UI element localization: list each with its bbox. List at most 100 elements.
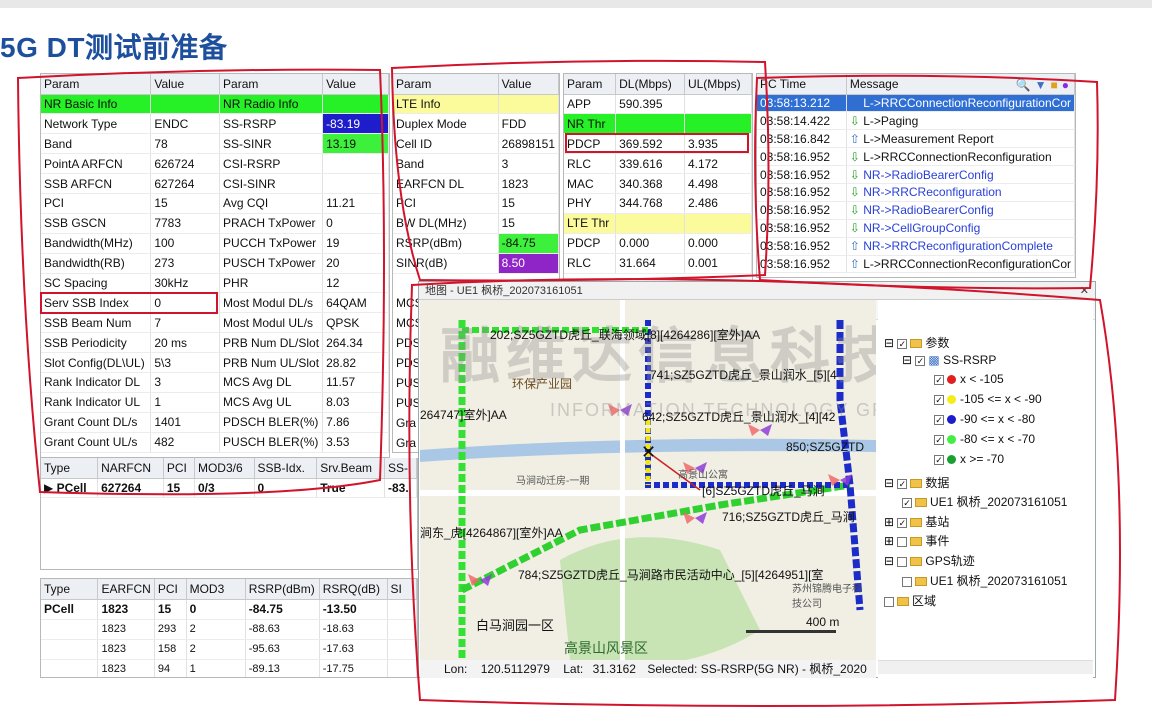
- table-row[interactable]: Band 78 SS-SINR 13.19: [41, 133, 389, 155]
- legend-checkbox[interactable]: ✓: [934, 454, 944, 465]
- tree-gps-ue[interactable]: UE1 枫桥_202073161051: [902, 572, 1067, 589]
- table-row[interactable]: MAC 340.368 4.498: [564, 173, 752, 194]
- thr-header-1[interactable]: DL(Mbps): [615, 74, 685, 95]
- table-row[interactable]: Cell ID 26898151: [393, 133, 559, 155]
- cell-header-0[interactable]: Type: [41, 458, 99, 479]
- legend-item[interactable]: ✓ -90 <= x < -80: [934, 412, 1035, 426]
- table-row[interactable]: SSB GSCN 7783 PRACH TxPower 0: [41, 213, 389, 234]
- message-row[interactable]: 03:58:16.952 ⇧ L->RRCConnectionReconfigur…: [757, 255, 1075, 274]
- table-row[interactable]: Slot Config(DL\UL) 5\3 PRB Num UL/Slot 28.8…: [41, 352, 389, 373]
- lte-cells-header-5[interactable]: RSRQ(dB): [319, 579, 388, 600]
- map-canvas[interactable]: ✕ 融维达信息科技 INFORMATION TECHNOLOGY GROUP 2…: [420, 300, 876, 676]
- table-row[interactable]: PCI 15: [393, 193, 559, 214]
- tree-gps[interactable]: ⊟ GPS轨迹: [884, 552, 975, 569]
- legend-checkbox[interactable]: ✓: [934, 394, 944, 405]
- legend-item[interactable]: ✓ -80 <= x < -70: [934, 432, 1035, 446]
- nr-header-2[interactable]: Param: [219, 74, 324, 95]
- tree-ue[interactable]: ✓ UE1 枫桥_202073161051: [902, 493, 1067, 510]
- table-row[interactable]: 1823 293 2 -88.63 -18.63: [41, 619, 417, 640]
- table-row[interactable]: SSB ARFCN 627264 CSI-SINR: [41, 173, 389, 194]
- table-row[interactable]: PHY 344.768 2.486: [564, 193, 752, 214]
- cell-header-2[interactable]: PCI: [163, 458, 195, 479]
- lte-cells-header-3[interactable]: MOD3: [186, 579, 246, 600]
- table-row[interactable]: NR Basic Info NR Radio Info: [41, 94, 389, 115]
- nr-header-3[interactable]: Value: [322, 74, 389, 95]
- message-row[interactable]: 03:58:16.952 ⇩ NR->RadioBearerConfig: [757, 201, 1075, 220]
- lte-cells-header-4[interactable]: RSRP(dBm): [245, 579, 320, 600]
- legend-checkbox[interactable]: ✓: [934, 374, 944, 385]
- tree-scrollbar[interactable]: [878, 660, 1093, 674]
- legend-item[interactable]: ✓ x >= -70: [934, 452, 1004, 466]
- table-row[interactable]: Rank Indicator UL 1 MCS Avg UL 8.03: [41, 392, 389, 413]
- table-row[interactable]: PDCP 369.592 3.935: [564, 133, 752, 155]
- message-row[interactable]: 03:58:14.422 ⇩ L->Paging: [757, 111, 1075, 131]
- table-row[interactable]: Serv SSB Index 0 Most Modul DL/s 64QAM: [41, 292, 389, 314]
- table-row[interactable]: Duplex Mode FDD: [393, 113, 559, 135]
- tree-event[interactable]: ⊞ 事件: [884, 532, 949, 549]
- tree-metric[interactable]: ⊟ ✓ ▩ SS-RSRP: [902, 353, 996, 367]
- tree-station[interactable]: ⊞ ✓ 基站: [884, 513, 949, 530]
- table-row[interactable]: SSB Periodicity 20 ms PRB Num DL/Slot 264.3…: [41, 332, 389, 354]
- table-row[interactable]: Rank Indicator DL 3 MCS Avg DL 11.57: [41, 372, 389, 393]
- table-row[interactable]: EARFCN DL 1823: [393, 173, 559, 194]
- legend-checkbox[interactable]: ✓: [934, 434, 944, 445]
- table-row[interactable]: RLC 339.616 4.172: [564, 153, 752, 175]
- table-row[interactable]: LTE Info: [393, 94, 559, 115]
- lte-cells-header-1[interactable]: EARFCN: [97, 579, 155, 600]
- table-row[interactable]: Network Type ENDC SS-RSRP -83.19: [41, 113, 389, 135]
- message-row[interactable]: 03:58:16.952 ⇧ NR->RRCReconfigurationComp…: [757, 237, 1075, 256]
- table-row[interactable]: PointA ARFCN 626724 CSI-RSRP: [41, 153, 389, 175]
- cell-header-4[interactable]: SSB-Idx.: [254, 458, 318, 479]
- message-row[interactable]: 03:58:13.212 ⇧ L->RRCConnectionReconfigur…: [757, 94, 1075, 113]
- legend-item[interactable]: ✓ x < -105: [934, 372, 1004, 386]
- filter-icon[interactable]: ▼: [1035, 78, 1047, 92]
- thr-header-2[interactable]: UL(Mbps): [684, 74, 752, 95]
- table-row[interactable]: SINR(dB) 8.50: [393, 253, 559, 274]
- tree-data[interactable]: ⊟ ✓ 数据: [884, 474, 949, 491]
- legend-checkbox[interactable]: ✓: [934, 414, 944, 425]
- cell-header-3[interactable]: MOD3/6: [194, 458, 255, 479]
- table-row[interactable]: Grant Count DL/s 1401 PDSCH BLER(%) 7.86: [41, 412, 389, 433]
- search-icon[interactable]: 🔍: [1016, 78, 1031, 92]
- table-row[interactable]: LTE Thr: [564, 213, 752, 234]
- message-row[interactable]: 03:58:16.952 ⇩ NR->RRCReconfiguration: [757, 183, 1075, 202]
- lte-header-1[interactable]: Value: [498, 74, 559, 95]
- tree-area[interactable]: 区域: [884, 592, 936, 609]
- table-row[interactable]: SC Spacing 30kHz PHR 12: [41, 273, 389, 294]
- message-row[interactable]: 03:58:16.842 ⇧ L->Measurement Report: [757, 129, 1075, 149]
- table-row[interactable]: APP 590.395: [564, 94, 752, 115]
- table-row[interactable]: PDCP 0.000 0.000: [564, 233, 752, 254]
- nr-header-0[interactable]: Param: [41, 74, 152, 95]
- message-row[interactable]: 03:58:16.952 ⇩ NR->RadioBearerConfig: [757, 165, 1075, 184]
- legend-item[interactable]: ✓ -105 <= x < -90: [934, 392, 1042, 406]
- close-icon[interactable]: ✕: [1080, 282, 1089, 300]
- message-row[interactable]: 03:58:16.952 ⇩ NR->CellGroupConfig: [757, 219, 1075, 238]
- table-row[interactable]: Bandwidth(MHz) 100 PUCCH TxPower 19: [41, 233, 389, 254]
- table-row[interactable]: PCI 15 Avg CQI 11.21: [41, 193, 389, 214]
- nr-header-1[interactable]: Value: [150, 74, 221, 95]
- table-row[interactable]: PCell 1823 15 0 -84.75 -13.50: [41, 599, 417, 620]
- cell-header-1[interactable]: NARFCN: [97, 458, 164, 479]
- table-row[interactable]: ▶ PCell 627264 15 0/3 0 True -83.: [41, 478, 417, 499]
- settings-icon[interactable]: ●: [1062, 78, 1069, 92]
- lte-cells-header-0[interactable]: Type: [41, 579, 99, 600]
- cell-header-6[interactable]: SS-: [384, 458, 417, 479]
- thr-header-0[interactable]: Param: [564, 74, 617, 95]
- table-row[interactable]: Bandwidth(RB) 273 PUSCH TxPower 20: [41, 253, 389, 274]
- tree-root[interactable]: ⊟ ✓ 参数: [884, 334, 949, 351]
- lte-header-0[interactable]: Param: [393, 74, 499, 95]
- table-row[interactable]: Band 3: [393, 153, 559, 175]
- table-row[interactable]: SSB Beam Num 7 Most Modul UL/s QPSK: [41, 312, 389, 334]
- table-row[interactable]: RLC 31.664 0.001: [564, 253, 752, 274]
- lte-cells-header-6[interactable]: SI: [387, 579, 417, 600]
- table-row[interactable]: 1823 94 1 -89.13 -17.75: [41, 659, 417, 677]
- cell-header-5[interactable]: Srv.Beam: [316, 458, 386, 479]
- folder-icon[interactable]: ■: [1051, 78, 1058, 92]
- table-row[interactable]: NR Thr: [564, 113, 752, 135]
- lte-cells-header-2[interactable]: PCI: [154, 579, 187, 600]
- table-row[interactable]: 1823 158 2 -95.63 -17.63: [41, 639, 417, 660]
- table-row[interactable]: Grant Count UL/s 482 PUSCH BLER(%) 3.53: [41, 432, 389, 453]
- table-row[interactable]: RSRP(dBm) -84.75: [393, 233, 559, 254]
- message-row[interactable]: 03:58:16.952 ⇩ L->RRCConnectionReconfigur…: [757, 147, 1075, 167]
- table-row[interactable]: BW DL(MHz) 15: [393, 213, 559, 234]
